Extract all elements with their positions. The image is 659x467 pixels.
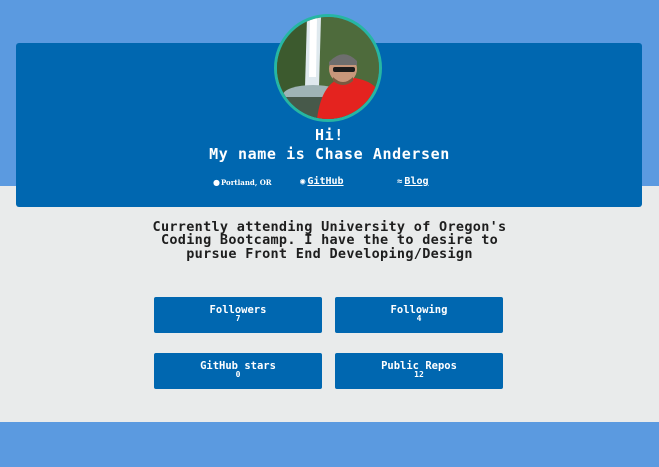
bio-text: Currently attending University of Oregon… [152,219,507,262]
greeting-heading: Hi! [315,126,344,144]
blog-link[interactable]: ≈ Blog [397,176,429,187]
following-card[interactable]: Following 4 [335,297,503,333]
avatar [274,14,382,122]
public-repos-card[interactable]: Public Repos 12 [335,353,503,389]
blog-link-label: Blog [404,176,429,187]
following-count: 4 [416,314,422,323]
github-stars-count: 0 [235,370,241,379]
rss-icon: ≈ [397,177,403,187]
github-link[interactable]: ◉ GitHub [300,176,344,187]
public-repos-count: 12 [414,370,424,379]
github-link-label: GitHub [307,176,344,187]
followers-count: 7 [235,314,241,323]
name-heading: My name is Chase Andersen [209,145,450,163]
github-stars-card[interactable]: GitHub stars 0 [154,353,322,389]
footer-band [0,422,659,467]
location-label: ●Portland, OR [213,177,272,187]
location-text: Portland, OR [220,178,272,187]
github-icon: ◉ [300,177,306,187]
map-marker-icon: ● [213,177,220,187]
followers-card[interactable]: Followers 7 [154,297,322,333]
